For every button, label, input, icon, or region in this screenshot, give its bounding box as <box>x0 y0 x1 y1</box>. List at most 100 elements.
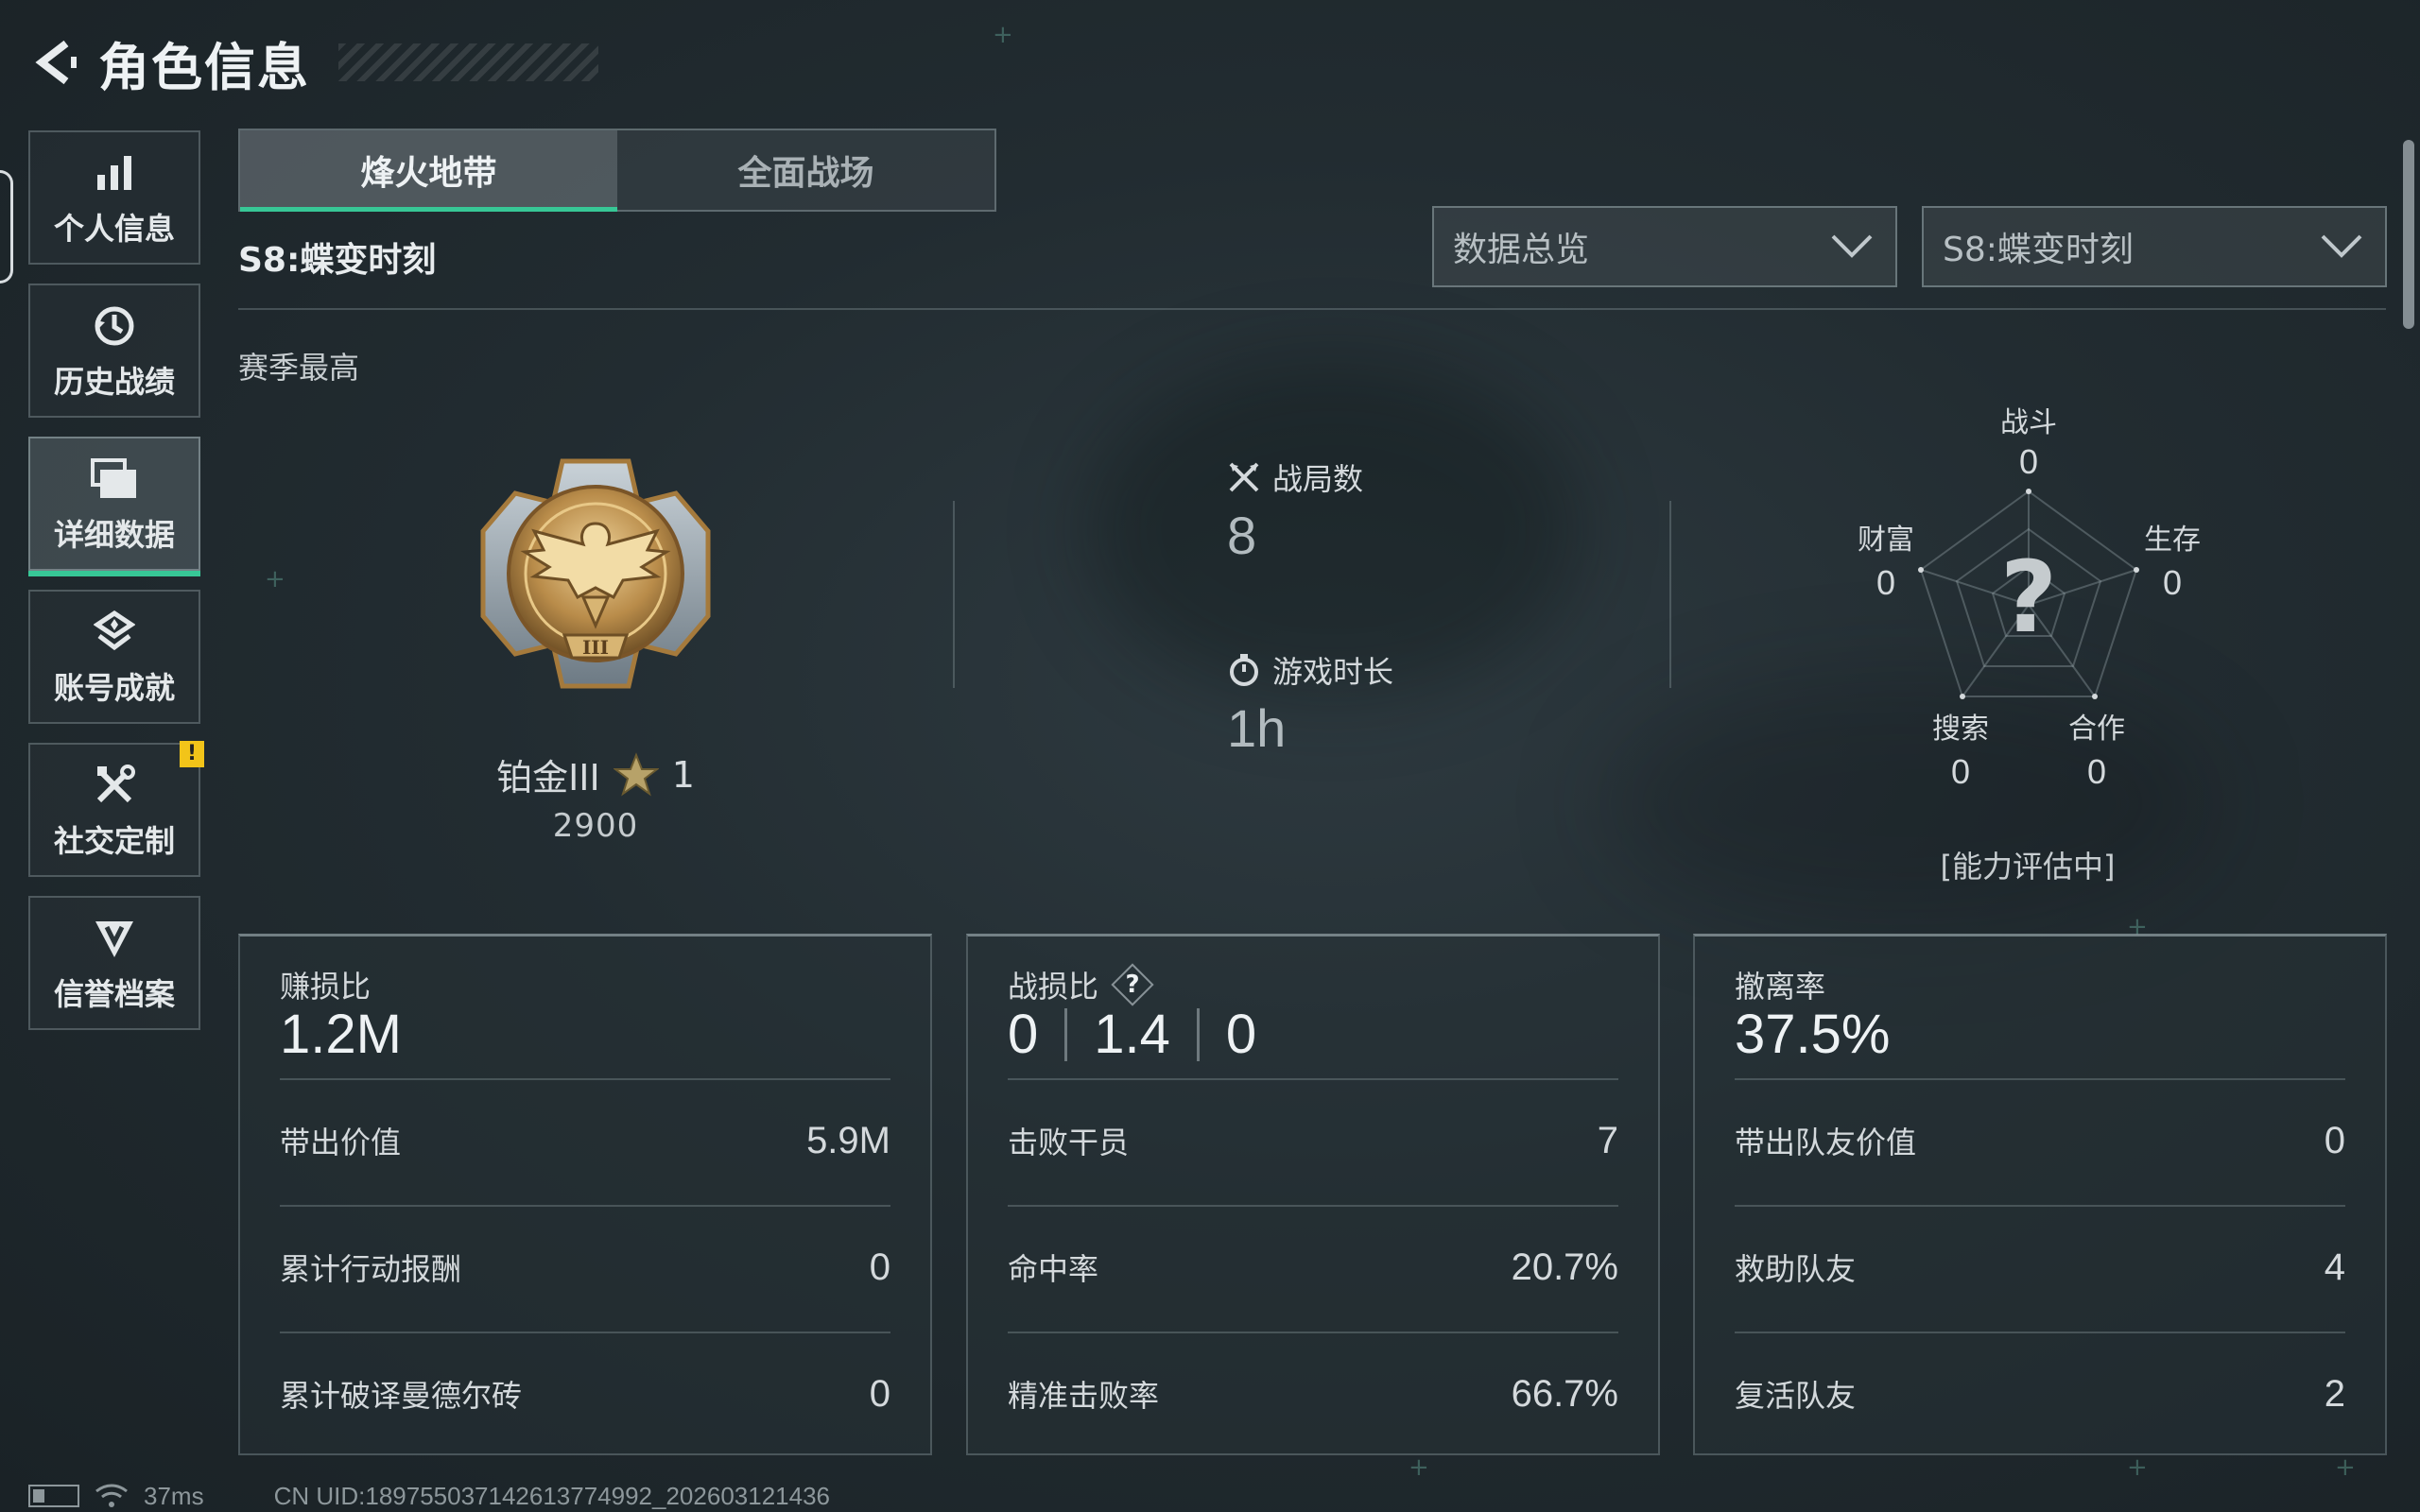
radar-axis-value: 0 <box>2086 752 2107 791</box>
side-panel-handle[interactable] <box>0 170 13 284</box>
divider <box>1008 1078 1618 1080</box>
mode-tabs: 烽火地带 全面战场 <box>238 129 996 212</box>
ping-value: 37ms <box>144 1481 204 1510</box>
stat-label: 累计破译曼德尔砖 <box>280 1378 523 1414</box>
scrollbar[interactable] <box>2403 140 2414 329</box>
radar-axis-label: 战斗 <box>2000 406 2057 439</box>
stat-row: 带出价值 5.9M <box>280 1103 890 1178</box>
divider <box>1735 1205 2345 1207</box>
sidebar-item-label: 信誉档案 <box>53 976 175 1012</box>
folder-data-icon <box>88 453 141 506</box>
radar-axis-label: 搜索 <box>1932 713 1989 746</box>
help-icon[interactable]: ? <box>1114 966 1151 1004</box>
stat-row: 复活队友 2 <box>1735 1356 2345 1432</box>
profit-card: 赚损比 1.2M 带出价值 5.9M 累计行动报酬 0 累计破译曼德尔砖 0 <box>238 934 932 1455</box>
stat-value: 5.9M <box>806 1119 890 1161</box>
kd-ratio: 0 1.4 0 <box>1008 1003 1256 1066</box>
tab-full-battlefield[interactable]: 全面战场 <box>617 130 994 210</box>
stat-row: 命中率 20.7% <box>1008 1229 1618 1305</box>
stat-value: 0 <box>869 1246 890 1288</box>
stat-label: 命中率 <box>1008 1251 1099 1287</box>
stopwatch-icon <box>1230 654 1258 686</box>
kd-card: 战损比 ? 0 1.4 0 击败干员 7 命中率 20.7% 精准击败率 66.… <box>966 934 1660 1455</box>
stat-row: 精准击败率 66.7% <box>1008 1356 1618 1432</box>
sidebar-item-social[interactable]: 社交定制 ! <box>28 741 204 877</box>
sidebar-item-credit[interactable]: 信誉档案 <box>28 896 200 1030</box>
ratio-separator <box>1064 1007 1068 1061</box>
sidebar-item-achievements[interactable]: 账号成就 <box>28 590 200 724</box>
wifi-icon <box>95 1484 128 1507</box>
wrench-tools-icon <box>88 759 141 812</box>
ability-radar: ? 战斗 0 生存 0 合作 0 搜索 0 财富 0 <box>1843 387 2221 898</box>
kd-ratio-left: 0 <box>1008 1004 1039 1065</box>
bar-chart-icon <box>88 146 141 199</box>
card-title: 撤离率 <box>1735 963 1825 1006</box>
stat-row: 击败干员 7 <box>1008 1103 1618 1178</box>
notification-badge: ! <box>180 741 204 767</box>
radar-axis-label: 生存 <box>2144 524 2201 557</box>
achievement-icon <box>88 606 141 659</box>
stat-label: 击败干员 <box>1008 1125 1130 1160</box>
view-select[interactable]: 数据总览 <box>1432 206 1897 287</box>
stat-value: 0 <box>869 1372 890 1415</box>
season-select[interactable]: S8:蝶变时刻 <box>1922 206 2387 287</box>
kd-ratio-right: 0 <box>1225 1004 1257 1065</box>
tab-warzone[interactable]: 烽火地带 <box>240 130 617 212</box>
kd-ratio-main: 1.4 <box>1094 1004 1170 1065</box>
stat-label: 精准击败率 <box>1008 1378 1160 1414</box>
card-title-text: 战损比 <box>1008 969 1099 1005</box>
rank-name: 铂金III <box>496 757 600 799</box>
card-title: 战损比 ? <box>1008 963 1151 1006</box>
chevron-down-icon <box>1831 234 1873 258</box>
crossed-swords-icon <box>1229 462 1259 492</box>
sidebar-item-personal-info[interactable]: 个人信息 <box>28 130 200 265</box>
divider <box>953 501 955 688</box>
header: 角色信息 <box>26 26 598 98</box>
stat-row: 救助队友 4 <box>1735 1229 2345 1305</box>
view-select-value: 数据总览 <box>1453 231 1590 269</box>
battery-icon <box>28 1485 79 1507</box>
card-title-text: 撤离率 <box>1735 969 1826 1005</box>
rank-stars: 1 <box>671 753 695 796</box>
rank-medal-icon: III <box>477 455 714 692</box>
decor-cross: + <box>265 565 285 593</box>
divider <box>1735 1078 2345 1080</box>
back-arrow-icon[interactable] <box>26 34 83 91</box>
matches-value: 8 <box>1227 506 1257 565</box>
sidebar-item-label: 社交定制 <box>53 823 175 859</box>
ratio-separator <box>1196 1007 1200 1061</box>
rank-row: 铂金III 1 <box>477 748 714 800</box>
star-icon <box>613 751 659 797</box>
sidebar-item-label: 个人信息 <box>53 211 175 247</box>
season-title: S8:蝶变时刻 <box>238 241 437 280</box>
radar-axis-value: 0 <box>2162 563 2183 602</box>
stat-label: 复活队友 <box>1735 1378 1857 1414</box>
stat-label: 带出队友价值 <box>1735 1125 1917 1160</box>
history-clock-icon <box>88 300 141 352</box>
stat-label: 带出价值 <box>280 1125 402 1160</box>
sidebar-item-detailed-data[interactable]: 详细数据 <box>28 437 200 576</box>
card-main-value: 1.2M <box>280 1004 402 1065</box>
stat-value: 20.7% <box>1511 1246 1618 1288</box>
stat-label: 累计行动报酬 <box>280 1251 462 1287</box>
divider <box>1669 501 1671 688</box>
stat-value: 66.7% <box>1511 1372 1618 1415</box>
playtime-label: 游戏时长 <box>1272 654 1394 690</box>
extraction-card: 撤离率 37.5% 带出队友价值 0 救助队友 4 复活队友 2 <box>1693 934 2387 1455</box>
credit-badge-icon <box>88 912 141 965</box>
sidebar-item-history[interactable]: 历史战绩 <box>28 284 200 418</box>
divider <box>280 1205 890 1207</box>
stat-value: 2 <box>2324 1372 2345 1415</box>
matches-stat: 战局数 8 <box>1227 455 1363 566</box>
radar-status: [能力评估中] <box>1940 849 2116 885</box>
sidebar-item-label: 历史战绩 <box>53 364 175 400</box>
radar-axis-value: 0 <box>2018 442 2039 481</box>
decor-cross: + <box>1409 1453 1429 1482</box>
stat-label: 救助队友 <box>1735 1251 1857 1287</box>
divider <box>1008 1332 1618 1333</box>
card-title: 赚损比 <box>280 963 371 1006</box>
divider <box>280 1078 890 1080</box>
status-footer: 37ms CN UID:18975503714261377499​2_20260… <box>28 1480 830 1512</box>
card-main-value: 37.5% <box>1735 1004 1891 1065</box>
sidebar-item-label: 账号成就 <box>53 670 175 706</box>
